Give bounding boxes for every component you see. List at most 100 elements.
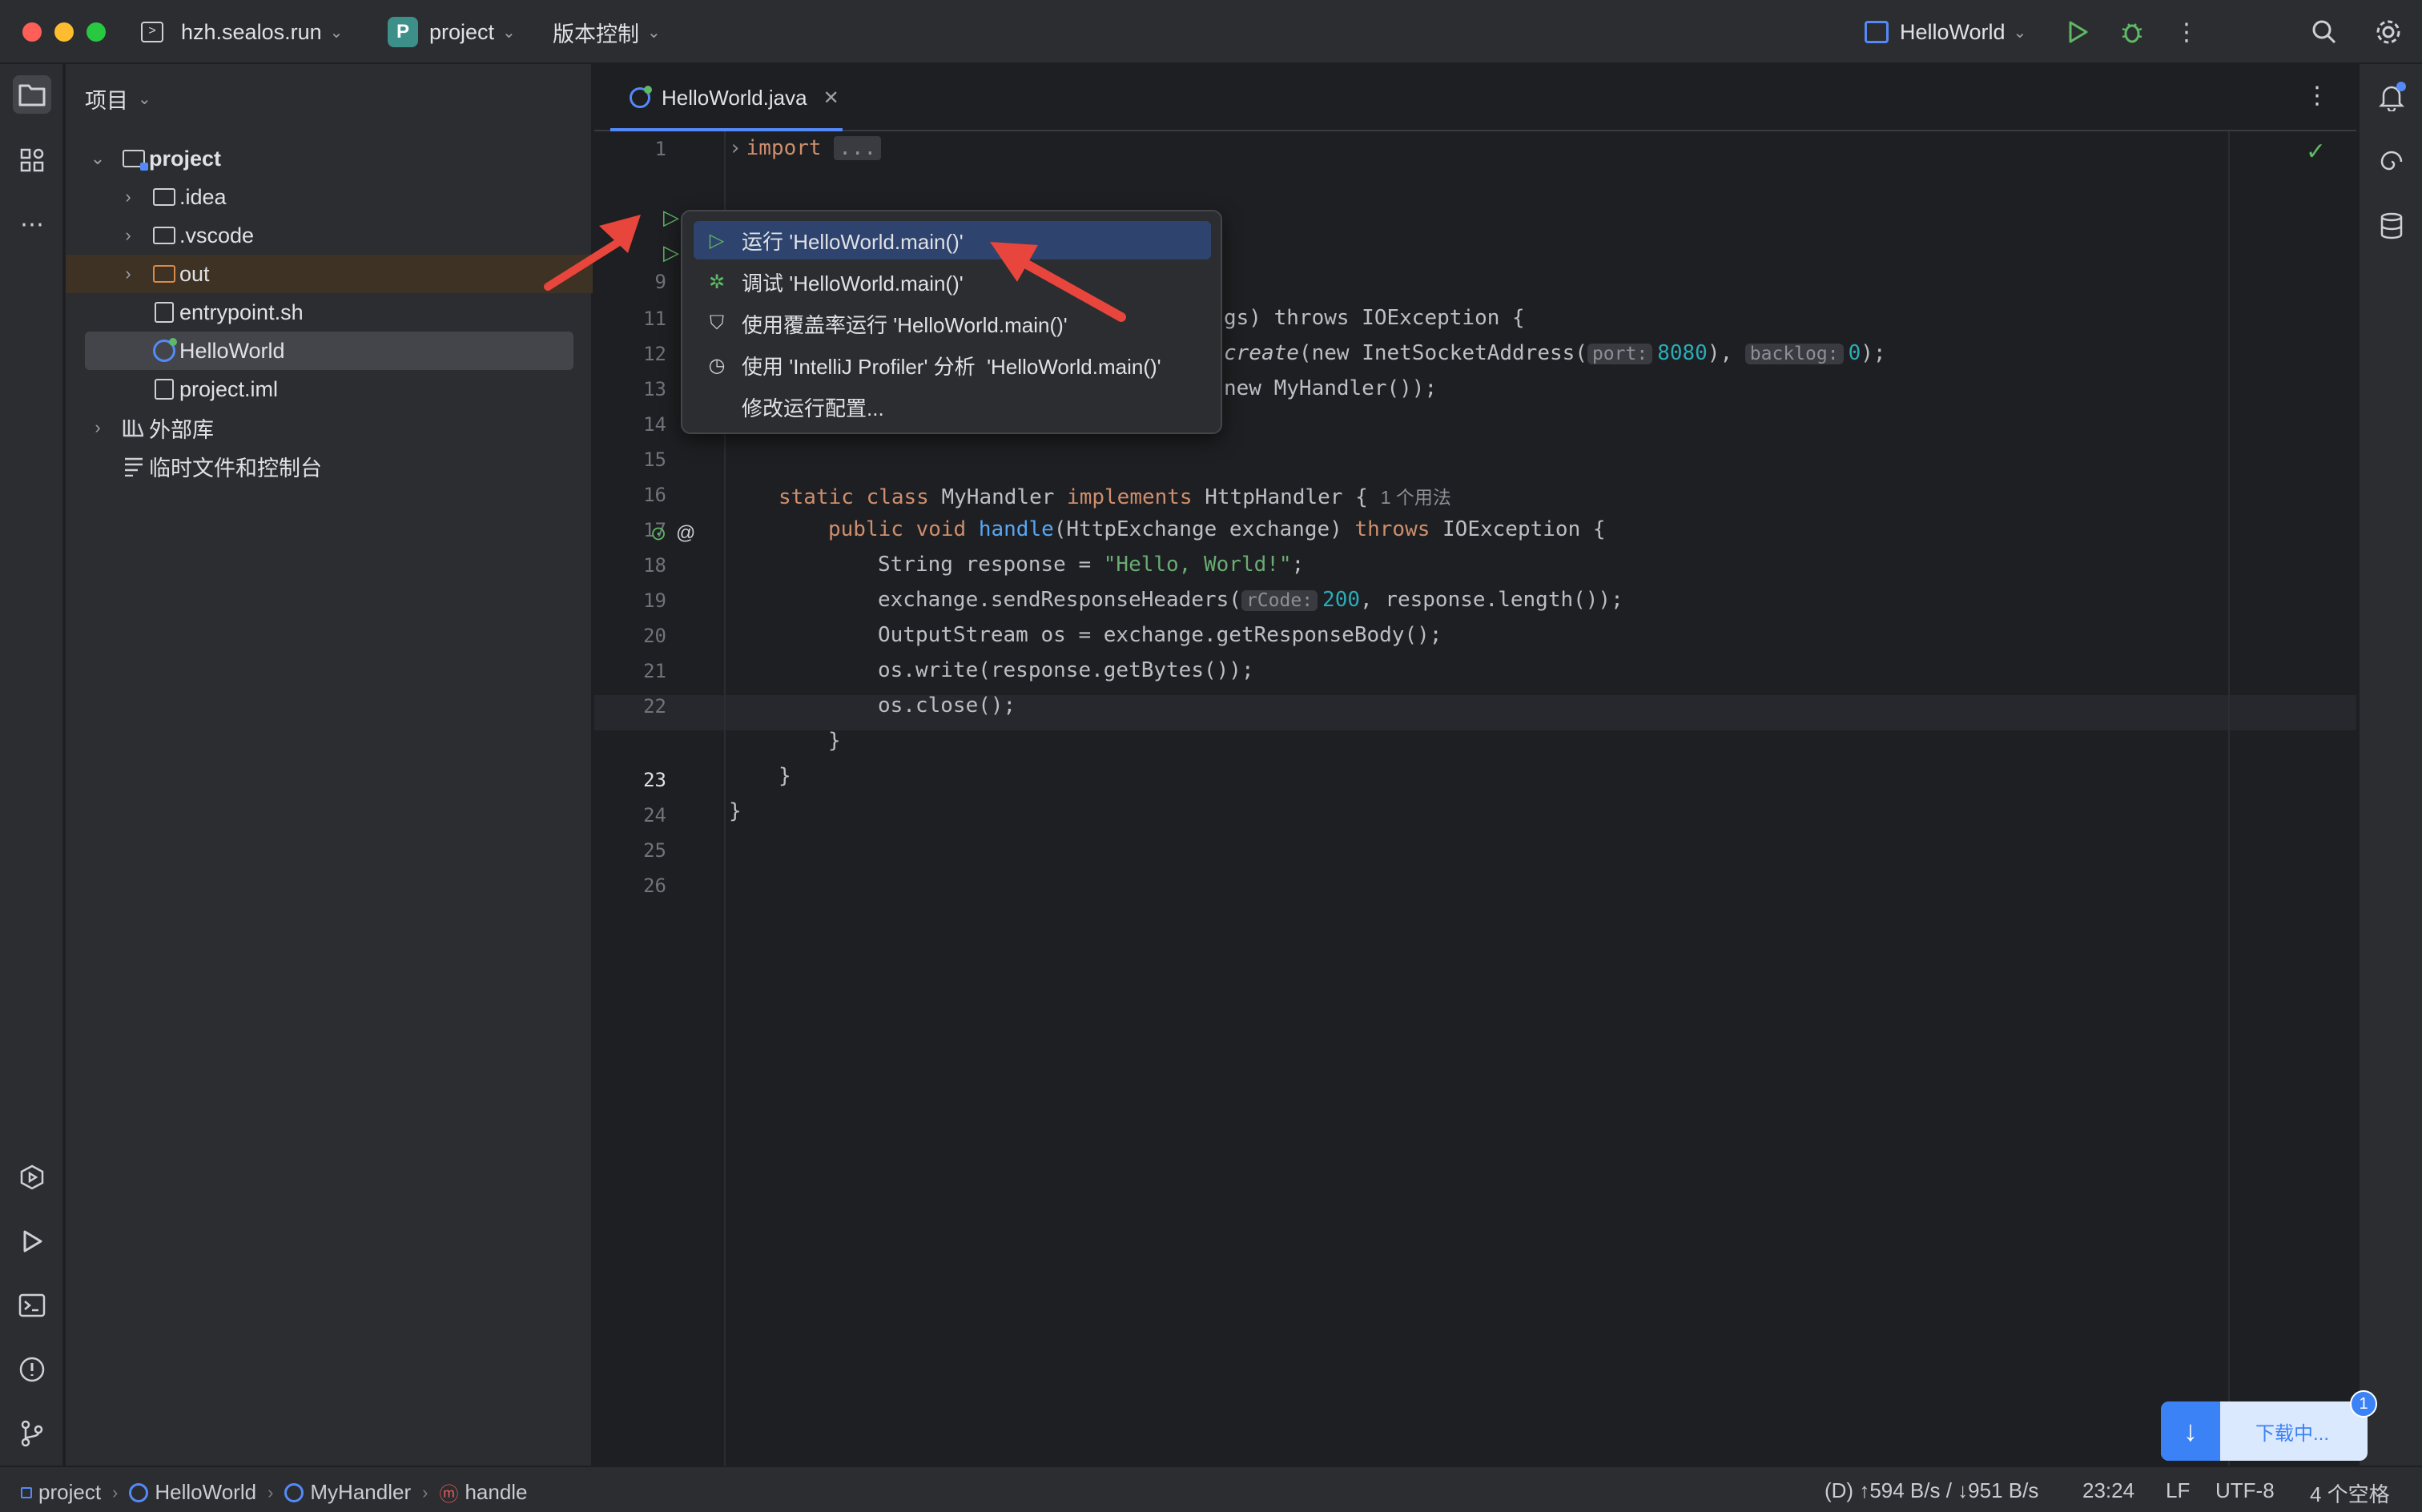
close-icon[interactable]: ✕: [823, 86, 839, 110]
vcs-menu[interactable]: 版本控制 ⌄: [553, 14, 661, 50]
tree-item-out[interactable]: › out: [66, 255, 593, 293]
chevron-right-icon[interactable]: ›: [88, 417, 107, 438]
breadcrumb-item-inner-class[interactable]: MyHandler: [310, 1480, 411, 1505]
more-tools-button[interactable]: ⋯: [13, 205, 51, 243]
structure-tool-button[interactable]: [13, 141, 51, 179]
chevron-right-icon[interactable]: ›: [119, 187, 138, 207]
project-panel-header[interactable]: 项目 ⌄: [85, 83, 151, 115]
project-tool-button[interactable]: [13, 75, 51, 114]
structure-icon: [20, 148, 44, 172]
project-panel-title: 项目: [85, 89, 128, 113]
tree-item-label: HelloWorld: [179, 338, 285, 363]
download-label: 下载中...: [2255, 1422, 2330, 1445]
line-ending[interactable]: LF: [2166, 1478, 2190, 1503]
code-line-21: OutputStream os = exchange.getResponseBo…: [878, 623, 1442, 647]
notifications-button[interactable]: [2374, 80, 2409, 115]
tree-item-label: 外部库: [149, 417, 214, 442]
line-number: 26: [643, 875, 666, 897]
git-tool-button[interactable]: [13, 1414, 51, 1453]
chevron-down-icon[interactable]: ⌄: [88, 148, 107, 169]
gutter-run-icon[interactable]: ▷: [663, 240, 679, 265]
tab-helloworld-java[interactable]: HelloWorld.java ✕: [610, 64, 843, 131]
title-bar: > hzh.sealos.run ⌄ P project ⌄ 版本控制 ⌄ He…: [0, 0, 2422, 64]
module-folder-icon: [122, 148, 148, 171]
no-problems-check-icon[interactable]: ✓: [2306, 138, 2326, 166]
file-encoding[interactable]: UTF-8: [2215, 1478, 2275, 1503]
menu-item-label: 使用覆盖率运行 'HelloWorld.main()': [742, 312, 1068, 337]
line-number: 24: [643, 804, 666, 826]
fold-arrow-icon: ›: [729, 136, 742, 160]
line-number: 12: [643, 343, 666, 365]
ellipsis-icon: ⋯: [20, 211, 44, 238]
run-tool-button[interactable]: [13, 1222, 51, 1261]
debug-button[interactable]: [2116, 16, 2148, 48]
line-number: 14: [643, 413, 666, 436]
menu-item-debug[interactable]: ✲ 调试 'HelloWorld.main()': [694, 263, 1211, 301]
gutter-run-icon[interactable]: ▷: [663, 205, 679, 230]
kebab-icon: ⋮: [2175, 18, 2199, 46]
remote-host-selector[interactable]: > hzh.sealos.run ⌄: [141, 14, 343, 50]
chevron-right-icon: ›: [112, 1482, 119, 1502]
line-number: 16: [643, 484, 666, 506]
problems-tool-button[interactable]: [13, 1350, 51, 1389]
active-tab-indicator: [610, 128, 843, 131]
run-configuration-selector[interactable]: HelloWorld ⌄: [1865, 14, 2026, 50]
breadcrumb-item-project[interactable]: project: [38, 1480, 101, 1505]
annotation-at-icon[interactable]: @: [676, 522, 695, 545]
tree-item-project[interactable]: ⌄ project: [66, 139, 593, 178]
line-number: 19: [643, 589, 666, 612]
project-panel: 项目 ⌄ ⌄ project › .idea › .vscode › out e…: [66, 64, 593, 1466]
breadcrumb-item-class[interactable]: HelloWorld: [155, 1480, 256, 1505]
close-window-button[interactable]: [22, 22, 42, 42]
implementing-method-icon[interactable]: ⊙: [650, 522, 666, 545]
database-button[interactable]: [2374, 208, 2409, 243]
chevron-right-icon[interactable]: ›: [119, 225, 138, 246]
line-number: 11: [643, 308, 666, 330]
inner-class-icon: [284, 1482, 304, 1502]
tree-item-vscode[interactable]: › .vscode: [66, 216, 593, 255]
line-number: 22: [643, 695, 666, 718]
code-line-17: static class MyHandler implements HttpHa…: [778, 485, 1451, 509]
chevron-right-icon: ›: [268, 1482, 274, 1502]
chevron-down-icon: ⌄: [647, 23, 661, 42]
run-button[interactable]: [2062, 16, 2094, 48]
services-icon: [20, 1164, 44, 1190]
terminal-tool-button[interactable]: [13, 1286, 51, 1325]
tree-item-scratches[interactable]: 临时文件和控制台: [66, 447, 593, 485]
indent-setting[interactable]: 4 个空格: [2310, 1478, 2390, 1508]
more-actions-button[interactable]: ⋮: [2171, 16, 2203, 48]
settings-button[interactable]: [2372, 16, 2404, 48]
profiler-icon: ◷: [708, 354, 726, 376]
tree-item-idea[interactable]: › .idea: [66, 178, 593, 216]
breadcrumb-item-method[interactable]: handle: [465, 1480, 527, 1505]
menu-item-label: 修改运行配置...: [742, 396, 884, 420]
debug-icon: [2122, 23, 2142, 43]
ai-assistant-button[interactable]: [2374, 144, 2409, 179]
menu-item-run-with-coverage[interactable]: ⛉ 使用覆盖率运行 'HelloWorld.main()': [694, 304, 1211, 343]
download-progress-button[interactable]: ↓ 下载中... 1: [2161, 1390, 2377, 1461]
kebab-icon: ⋮: [2305, 82, 2329, 109]
search-button[interactable]: [2308, 16, 2340, 48]
excluded-folder-icon: [152, 263, 176, 284]
menu-item-profile[interactable]: ◷ 使用 'IntelliJ Profiler' 分析 'HelloWorld.…: [694, 346, 1211, 384]
editor-tab-bar: HelloWorld.java ✕ ⋮: [594, 64, 2356, 131]
search-icon: [2312, 20, 2336, 44]
menu-item-run[interactable]: ▷ 运行 'HelloWorld.main()': [694, 221, 1211, 259]
tree-item-label: entrypoint.sh: [179, 300, 304, 324]
tree-item-entrypoint[interactable]: entrypoint.sh: [66, 293, 593, 332]
download-arrow-icon: ↓: [2161, 1401, 2220, 1461]
chevron-down-icon: ⌄: [329, 23, 344, 42]
caret-position[interactable]: 23:24: [2082, 1478, 2134, 1503]
project-selector[interactable]: P project ⌄: [388, 14, 516, 50]
folder-icon: [18, 84, 46, 107]
tree-item-external-libraries[interactable]: › 外部库: [66, 408, 593, 447]
menu-item-modify-run-config[interactable]: 修改运行配置...: [694, 388, 1211, 426]
chevron-right-icon[interactable]: ›: [119, 263, 138, 284]
tree-item-helloworld[interactable]: HelloWorld: [85, 332, 573, 370]
editor-options-button[interactable]: ⋮: [2305, 82, 2329, 110]
gear-icon: [2376, 20, 2400, 44]
services-tool-button[interactable]: [13, 1158, 51, 1196]
tree-item-project-iml[interactable]: project.iml: [66, 370, 593, 408]
zoom-window-button[interactable]: [86, 22, 106, 42]
minimize-window-button[interactable]: [54, 22, 74, 42]
